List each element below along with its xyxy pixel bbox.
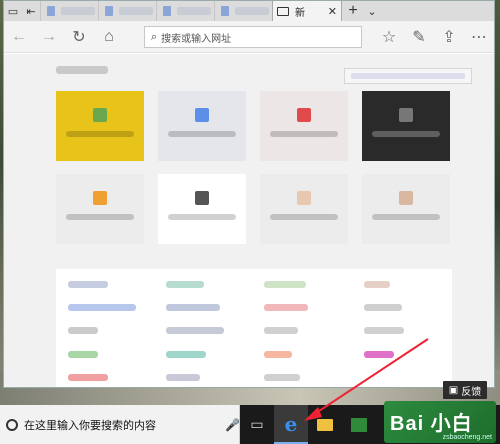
feed-link[interactable] [364,327,404,334]
address-bar[interactable]: ⌕ 搜索或输入网址 [144,26,362,48]
tab-3[interactable] [156,1,214,21]
feed-link[interactable] [166,351,206,358]
feed-link[interactable] [364,351,394,358]
feed-link[interactable] [264,327,298,334]
tab-bar: ▭ ⇤ 新 ✕ + ⌄ [4,1,494,21]
site-label-blurred [66,131,134,137]
top-site-tile-2[interactable] [158,91,246,161]
feed-link[interactable] [264,281,306,288]
site-label-blurred [270,214,338,220]
top-site-tile-8[interactable] [362,174,450,244]
edge-browser-window: ▭ ⇤ 新 ✕ + ⌄ ← → ↻ ⌂ ⌕ 搜索或输入网址 ☆ ✎ ⇪ ⋯ [3,0,495,388]
tab-active-new-tab[interactable]: 新 ✕ [272,1,342,21]
feed-link[interactable] [68,281,108,288]
site-label-blurred [372,131,440,137]
site-icon [399,191,413,205]
tab-favicon [163,6,171,16]
site-label-blurred [168,131,236,137]
more-menu-icon[interactable]: ⋯ [464,21,494,53]
search-icon: ⌕ [151,30,158,43]
site-icon [195,191,209,205]
tab-preview-icon[interactable]: ▭ [4,1,22,21]
tab-title-blurred [235,7,269,15]
tab-2[interactable] [98,1,156,21]
feed-link[interactable] [68,304,136,311]
feed-link[interactable] [264,304,308,311]
feed-link[interactable] [166,304,220,311]
back-icon[interactable]: ← [4,21,34,53]
new-tab-button[interactable]: + [342,2,364,20]
cortana-circle-icon [6,418,18,431]
close-tab-icon[interactable]: ✕ [328,5,337,18]
feedback-icon: ▣ [448,384,459,396]
taskbar-search-placeholder: 在这里输入你要搜索的内容 [24,419,156,432]
site-icon [297,108,311,122]
new-tab-icon [277,6,289,16]
edge-logo-icon: e [284,411,298,436]
set-tabs-aside-icon[interactable]: ⇤ [22,1,40,21]
site-icon [93,108,107,122]
feed-link[interactable] [264,351,292,358]
site-label-blurred [66,214,134,220]
greeting-text-blurred [56,66,108,74]
tab-favicon [105,6,113,16]
tab-title-blurred [61,7,95,15]
tab-1[interactable] [40,1,98,21]
folder-icon [317,418,333,431]
app-square-icon [351,417,367,432]
address-placeholder: 搜索或输入网址 [161,33,232,45]
top-site-tile-4[interactable] [362,91,450,161]
feed-link[interactable] [166,374,200,381]
feed-link[interactable] [264,374,300,381]
feed-link[interactable] [166,281,204,288]
top-site-tile-7[interactable] [260,174,348,244]
feed-link[interactable] [68,351,98,358]
tab-favicon [47,6,55,16]
green-app-icon[interactable] [342,405,376,444]
sponsored-link-blurred[interactable] [344,68,472,84]
navigation-bar: ← → ↻ ⌂ ⌕ 搜索或输入网址 ☆ ✎ ⇪ ⋯ [4,21,494,53]
refresh-icon[interactable]: ↻ [64,21,94,53]
favorites-star-icon[interactable]: ☆ [374,21,404,53]
file-explorer-icon[interactable] [308,405,342,444]
site-icon [93,191,107,205]
tab-title-blurred [119,7,153,15]
top-site-tile-6[interactable] [158,174,246,244]
active-tab-title: 新 [295,7,305,19]
watermark-logo-text: Bai 小白 [390,413,473,435]
site-label-blurred [168,214,236,220]
site-icon [195,108,209,122]
taskbar-search-box[interactable]: 在这里输入你要搜索的内容 🎤 [0,405,240,444]
notes-pen-icon[interactable]: ✎ [404,21,434,53]
edge-taskbar-icon[interactable]: e [274,405,308,444]
top-site-tile-1[interactable] [56,91,144,161]
share-icon[interactable]: ⇪ [434,21,464,53]
top-site-tile-5[interactable] [56,174,144,244]
feed-link[interactable] [68,327,98,334]
tab-list-chevron-icon[interactable]: ⌄ [364,5,380,18]
feed-link[interactable] [364,304,402,311]
forward-icon[interactable]: → [34,21,64,53]
news-feed-blurred[interactable] [56,269,452,387]
site-icon [399,108,413,122]
watermark-logo: Bai 小白 zsbaocheng.net [384,401,496,443]
feedback-label: 反馈 [461,386,482,398]
site-label-blurred [372,214,440,220]
site-label-blurred [270,131,338,137]
site-icon [297,191,311,205]
feed-link[interactable] [68,374,108,381]
feed-link[interactable] [166,327,224,334]
new-tab-page [4,54,494,387]
microphone-icon[interactable]: 🎤 [225,418,240,432]
home-icon[interactable]: ⌂ [94,21,124,53]
feed-link[interactable] [364,281,390,288]
top-site-tile-3[interactable] [260,91,348,161]
tab-4[interactable] [214,1,272,21]
watermark-url: zsbaocheng.net [442,434,492,441]
feedback-button[interactable]: ▣ 反馈 [443,381,487,399]
tab-favicon [221,6,229,16]
task-view-icon[interactable]: ▭ [240,405,274,444]
tab-title-blurred [177,7,211,15]
